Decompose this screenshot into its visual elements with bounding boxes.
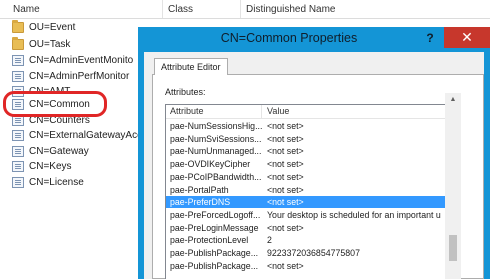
attribute-name: pae-PublishPackage... xyxy=(170,260,259,271)
folder-icon xyxy=(12,19,24,33)
tab-panel: Attributes: Attribute Value pae-NumSessi… xyxy=(152,74,484,279)
attributes-list-header: Attribute Value xyxy=(166,105,452,119)
attribute-row[interactable]: pae-NumSviSessions... <not set> xyxy=(166,133,446,145)
list-item[interactable]: CN=AdminPerfMonitor xyxy=(12,69,129,83)
list-item[interactable]: CN=Gateway xyxy=(12,144,89,158)
list-item-label: CN=Keys xyxy=(29,160,72,172)
list-column-header: Name Class Distinguished Name xyxy=(0,0,490,19)
object-icon xyxy=(12,129,24,141)
close-button[interactable]: ✕ xyxy=(444,27,490,48)
list-item-label: OU=Event xyxy=(29,21,76,33)
attribute-name: pae-NumSviSessions... xyxy=(170,133,262,144)
object-icon xyxy=(12,145,24,157)
list-item[interactable]: CN=Keys xyxy=(12,159,72,173)
list-item-label: OU=Task xyxy=(29,38,71,50)
column-header-attribute[interactable]: Attribute xyxy=(170,106,204,116)
list-item[interactable]: CN=License xyxy=(12,175,84,189)
object-icon xyxy=(12,160,24,172)
attribute-name: pae-PreLoginMessage xyxy=(170,222,259,233)
column-divider[interactable] xyxy=(162,0,163,18)
attribute-name: pae-PreForcedLogoff... xyxy=(170,209,261,220)
column-header-name[interactable]: Name xyxy=(13,4,40,15)
attribute-value: <not set> xyxy=(267,184,304,195)
attribute-name: pae-NumUnmanaged... xyxy=(170,146,262,157)
attribute-row[interactable]: pae-PortalPath <not set> xyxy=(166,184,446,196)
attribute-row[interactable]: pae-NumUnmanaged... <not set> xyxy=(166,145,446,157)
attribute-value: <not set> xyxy=(267,197,304,208)
attributes-list[interactable]: Attribute Value pae-NumSessionsHig... <no… xyxy=(165,104,453,279)
list-item-label: CN=Gateway xyxy=(29,145,89,157)
attribute-value: <not set> xyxy=(267,260,304,271)
attribute-value: <not set> xyxy=(267,222,304,233)
attribute-value: 2 xyxy=(267,235,272,246)
attributes-label: Attributes: xyxy=(165,87,206,97)
attribute-name: pae-PublishPackage... xyxy=(170,248,259,258)
dialog-title: CN=Common Properties xyxy=(220,31,358,45)
help-button[interactable]: ? xyxy=(422,30,438,46)
column-divider[interactable] xyxy=(261,105,262,119)
attribute-value: 9223372036854775807 xyxy=(267,248,360,258)
attribute-row[interactable]: pae-OVDIKeyCipher <not set> xyxy=(166,158,446,170)
tab-attribute-editor[interactable]: Attribute Editor xyxy=(154,58,228,75)
attribute-value: <not set> xyxy=(267,121,304,131)
attributes-scrollbar[interactable]: ▲ xyxy=(445,93,461,279)
attribute-value: <not set> xyxy=(267,171,304,182)
annotation-highlight-ring xyxy=(3,91,107,117)
list-item-label: CN=License xyxy=(29,176,84,188)
dialog-body: Attributes: Attribute Value pae-NumSessi… xyxy=(144,52,484,279)
column-header-value[interactable]: Value xyxy=(267,106,289,116)
attribute-value: <not set> xyxy=(267,133,304,144)
scroll-up-icon[interactable]: ▲ xyxy=(445,93,461,106)
column-header-distinguished-name[interactable]: Distinguished Name xyxy=(246,4,336,15)
list-item[interactable]: OU=Task xyxy=(12,36,71,51)
attribute-name: pae-ProtectionLevel xyxy=(170,235,249,246)
attribute-row[interactable]: pae-PreLoginMessage <not set> xyxy=(166,222,446,234)
scrollbar-thumb[interactable] xyxy=(449,235,457,261)
list-item[interactable]: CN=ExternalGatewayAcc xyxy=(12,128,142,142)
attribute-row[interactable]: pae-PCoIPBandwidth... <not set> xyxy=(166,171,446,183)
attribute-row-selected[interactable]: pae-PreferDNS <not set> xyxy=(166,196,446,209)
column-header-class[interactable]: Class xyxy=(168,4,193,15)
attribute-row[interactable]: pae-PreForcedLogoff... Your desktop is sc… xyxy=(166,209,446,221)
attribute-name: pae-PortalPath xyxy=(170,184,229,195)
attribute-value: <not set> xyxy=(267,146,304,157)
attribute-row[interactable]: pae-ProtectionLevel 2 xyxy=(166,234,446,246)
list-item-label: CN=AdminEventMonito xyxy=(29,54,134,66)
attribute-name: pae-PCoIPBandwidth... xyxy=(170,171,262,182)
folder-icon xyxy=(12,36,24,50)
dialog-titlebar[interactable]: CN=Common Properties ? ✕ xyxy=(138,27,490,51)
properties-dialog: CN=Common Properties ? ✕ Attributes: Att… xyxy=(138,27,490,279)
object-icon xyxy=(12,54,24,66)
attribute-row[interactable]: pae-PublishPackage... <not set> xyxy=(166,260,446,272)
object-icon xyxy=(12,70,24,82)
attribute-name: pae-NumSessionsHig... xyxy=(170,121,262,131)
attribute-row[interactable]: pae-NumSessionsHig... <not set> xyxy=(166,120,446,132)
attribute-name: pae-PreferDNS xyxy=(170,197,231,208)
list-item[interactable]: CN=AdminEventMonito xyxy=(12,53,133,67)
attribute-name: pae-OVDIKeyCipher xyxy=(170,159,251,170)
list-item-label: CN=AdminPerfMonitor xyxy=(29,70,130,82)
attribute-value: <not set> xyxy=(267,159,304,170)
attribute-value: Your desktop is scheduled for an importa… xyxy=(267,209,441,220)
column-divider[interactable] xyxy=(240,0,241,18)
list-item[interactable]: OU=Event xyxy=(12,19,76,34)
attribute-row[interactable]: pae-PublishPackage... 9223372036854775807 xyxy=(166,247,446,259)
object-icon xyxy=(12,176,24,188)
list-item-label: CN=ExternalGatewayAcc xyxy=(29,129,143,141)
